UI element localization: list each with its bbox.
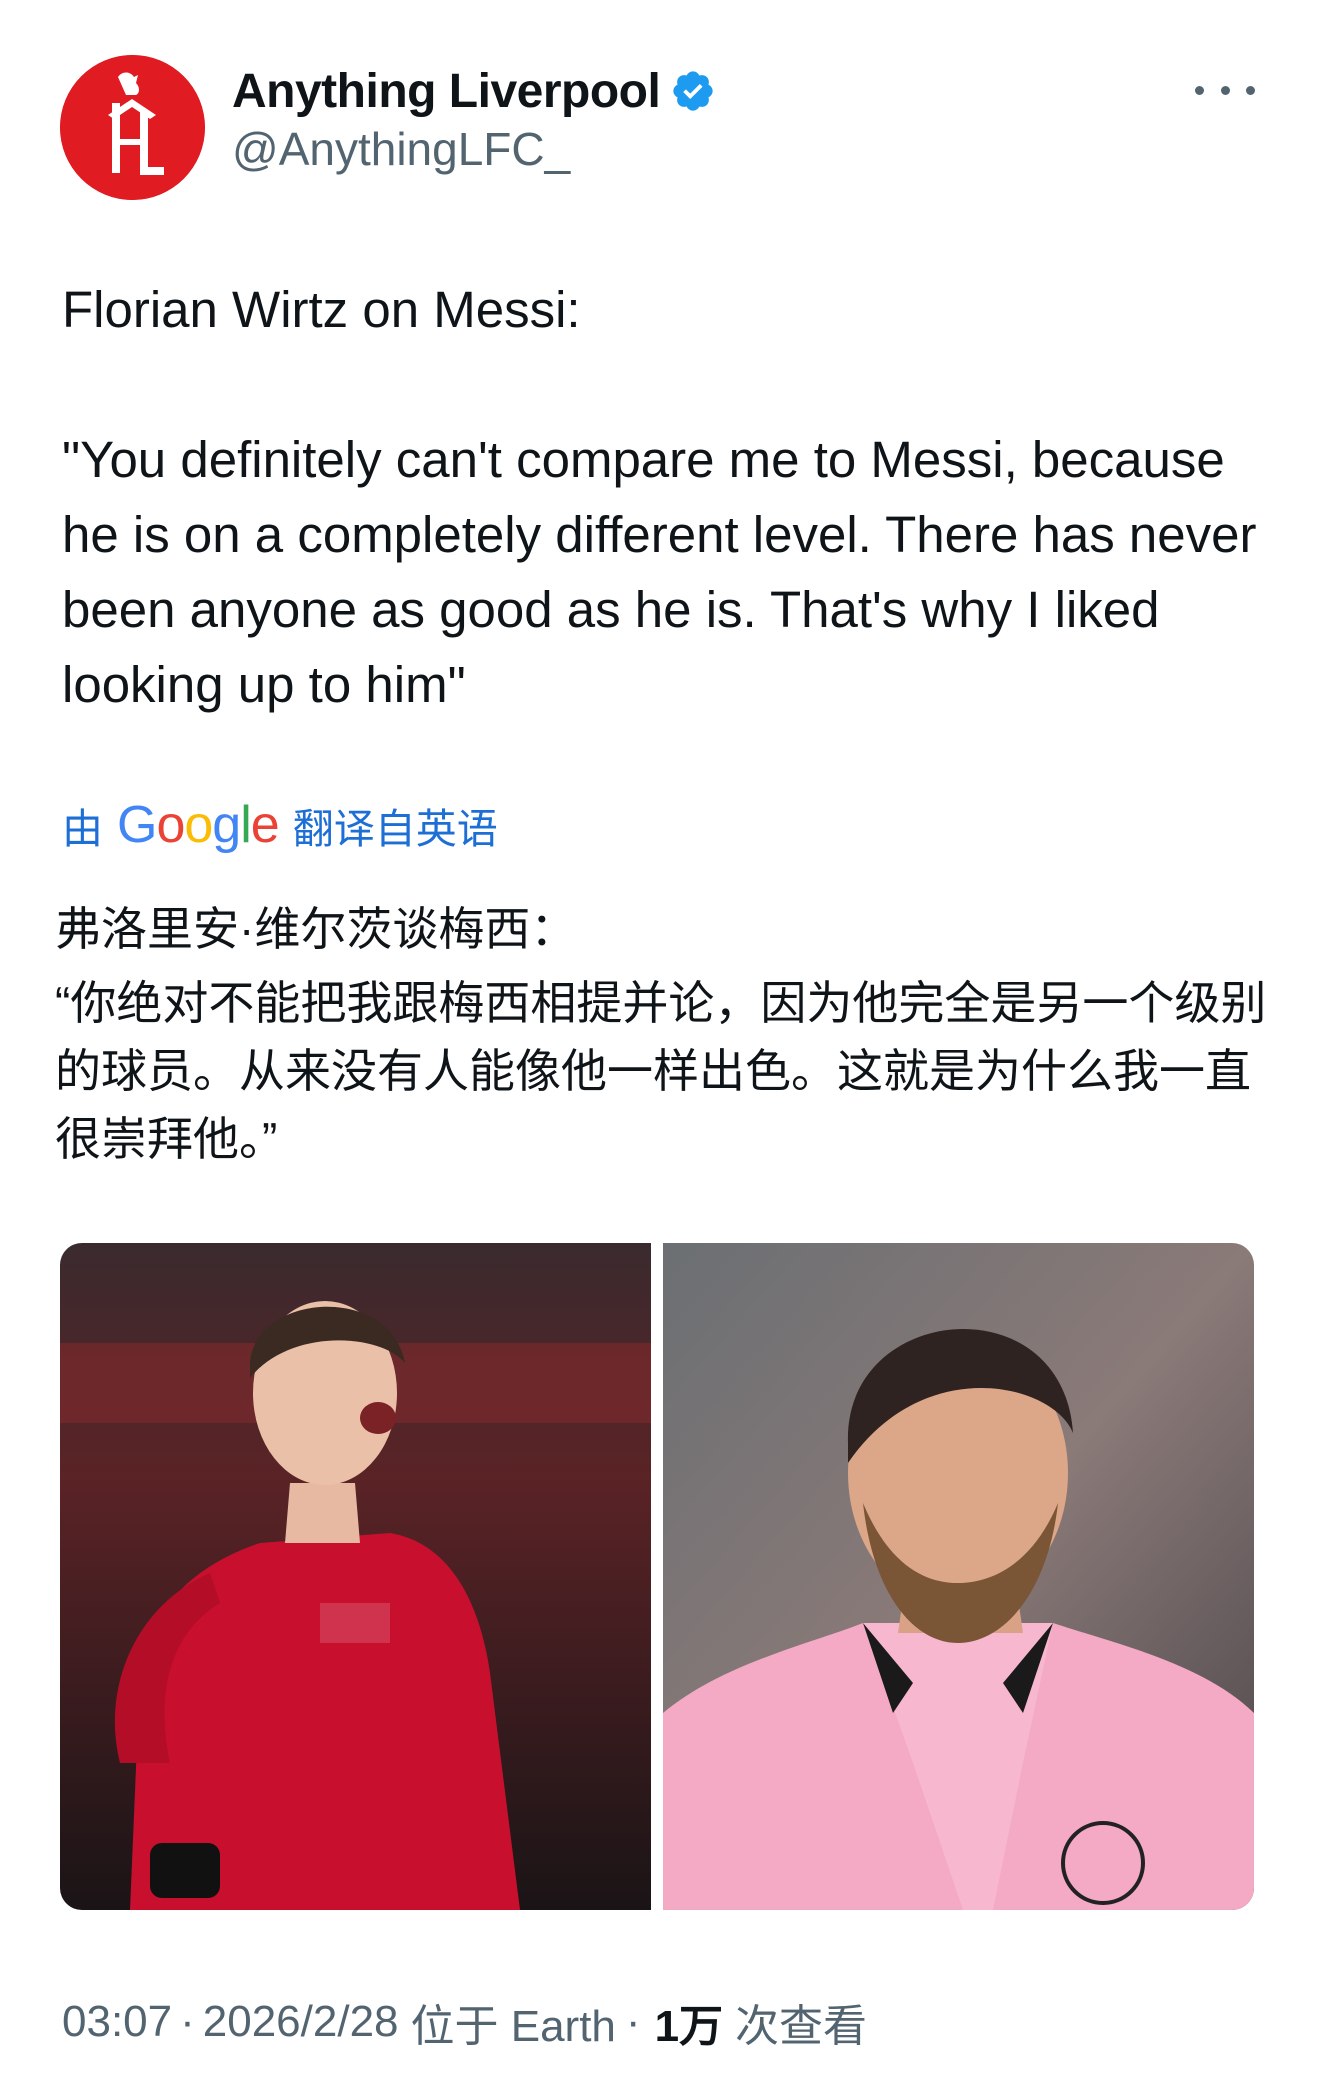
meta-separator: · [180, 1997, 195, 2046]
meta-separator: · [625, 1997, 641, 2046]
messi-image [663, 1243, 1254, 1910]
translation-attribution[interactable]: 由 Google 翻译自英语 [62, 795, 498, 855]
views-count[interactable]: 1万 [655, 1990, 723, 2054]
google-logo-icon: Google [117, 796, 280, 854]
translated-by-label: 由 [62, 806, 103, 852]
dot [1195, 85, 1204, 95]
views-label: 次查看 [735, 2002, 868, 2051]
author-name-row[interactable]: Anything Liverpool [232, 62, 716, 120]
more-options-icon[interactable] [1195, 70, 1255, 110]
translated-line-1: 弗洛里安·维尔茨谈梅西： [55, 903, 577, 955]
avatar[interactable] [60, 55, 205, 200]
photo-messi[interactable] [663, 1243, 1254, 1910]
author-handle[interactable]: @AnythingLFC_ [232, 122, 570, 176]
tweet-date[interactable]: 2026/2/28 [203, 1997, 399, 2047]
translated-from-label: 翻译自英语 [292, 806, 498, 852]
dot [1246, 85, 1255, 95]
tweet-header: Anything Liverpool @AnythingLFC_ [0, 0, 1320, 200]
tweet-location: 位于 Earth [410, 2002, 616, 2051]
verified-badge-icon [673, 71, 713, 111]
translated-line-2: “你绝对不能把我跟梅西相提并论，因为他完全是另一个级别的球员。从来没有人能像他一… [55, 977, 1267, 1165]
tweet-time[interactable]: 03:07 [62, 1997, 172, 2047]
dot [1220, 85, 1230, 95]
photo-wirtz[interactable] [60, 1243, 651, 1910]
author-display-name[interactable]: Anything Liverpool [232, 64, 661, 119]
tweet-meta: 03:07 · 2026/2/28 位于 Earth · 1万 次查看 [62, 1990, 867, 2054]
tweet-text: Florian Wirtz on Messi: "You definitely … [62, 281, 1257, 713]
wirtz-image [60, 1243, 651, 1910]
liverbird-logo-icon [60, 55, 205, 200]
media-grid [60, 1243, 1254, 1910]
translated-text: 弗洛里安·维尔茨谈梅西： “你绝对不能把我跟梅西相提并论，因为他完全是另一个级别… [55, 895, 1285, 1179]
